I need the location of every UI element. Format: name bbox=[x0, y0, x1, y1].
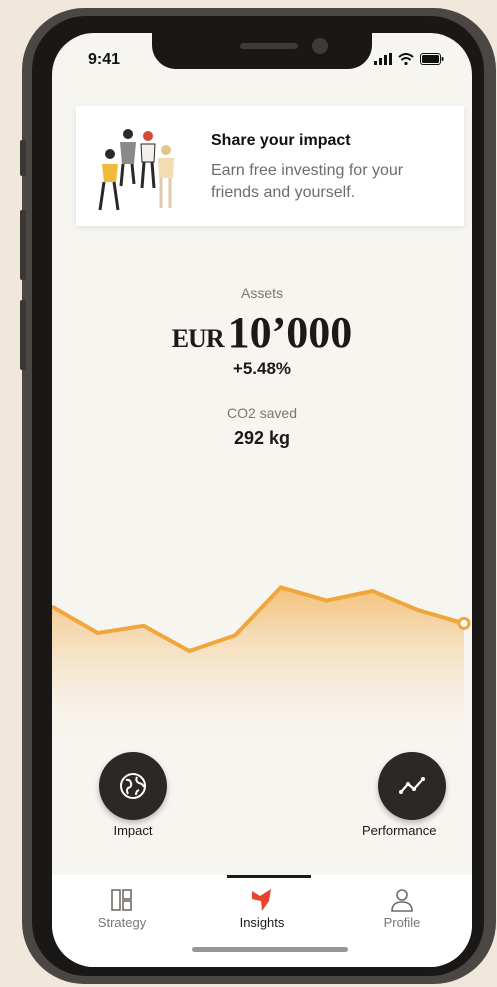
tab-strategy-label: Strategy bbox=[97, 915, 147, 930]
speaker-grille bbox=[240, 43, 298, 49]
volume-down-button bbox=[20, 300, 26, 370]
insights-icon bbox=[252, 889, 271, 911]
assets-change: +5.48% bbox=[232, 359, 292, 378]
status-icons bbox=[374, 53, 444, 65]
mute-switch bbox=[20, 140, 26, 176]
people-illustration bbox=[98, 129, 174, 211]
home-indicator bbox=[192, 947, 348, 952]
tab-insights[interactable]: Insights bbox=[192, 875, 332, 945]
tab-bar: Strategy Insights Profile bbox=[52, 875, 472, 967]
assets-value: EUR 10’000 bbox=[52, 307, 472, 358]
app-screen: 9:41 Share your impact Earn free investi… bbox=[52, 33, 472, 967]
assets-amount: 10’000 bbox=[227, 308, 353, 357]
strategy-icon bbox=[111, 889, 132, 911]
tab-profile-label: Profile bbox=[383, 915, 421, 930]
wifi-icon bbox=[398, 53, 414, 65]
trend-line-icon bbox=[399, 777, 425, 794]
chart-last-point bbox=[457, 616, 471, 630]
tab-profile[interactable]: Profile bbox=[332, 875, 472, 945]
performance-label[interactable]: Performance bbox=[362, 823, 472, 838]
notch bbox=[152, 33, 372, 69]
co2-label: CO2 saved bbox=[226, 405, 298, 421]
performance-area-chart bbox=[52, 585, 471, 753]
globe-icon bbox=[120, 773, 146, 799]
impact-button[interactable] bbox=[99, 752, 167, 820]
share-impact-card[interactable]: Share your impact Earn free investing fo… bbox=[76, 106, 464, 226]
assets-label: Assets bbox=[240, 285, 283, 301]
assets-currency: EUR bbox=[171, 324, 225, 353]
co2-value: 292 kg bbox=[233, 428, 291, 448]
tab-insights-label: Insights bbox=[239, 915, 285, 930]
promo-title: Share your impact bbox=[211, 132, 351, 149]
performance-button[interactable] bbox=[378, 752, 446, 820]
front-camera bbox=[312, 38, 328, 54]
status-time: 9:41 bbox=[88, 51, 121, 68]
battery-icon bbox=[420, 53, 444, 65]
tab-strategy[interactable]: Strategy bbox=[52, 875, 192, 945]
volume-up-button bbox=[20, 210, 26, 280]
signal-icon bbox=[374, 53, 392, 65]
promo-body: Earn free investing for your friends and… bbox=[211, 162, 404, 201]
impact-label[interactable]: Impact bbox=[93, 823, 173, 838]
profile-icon bbox=[391, 889, 413, 912]
